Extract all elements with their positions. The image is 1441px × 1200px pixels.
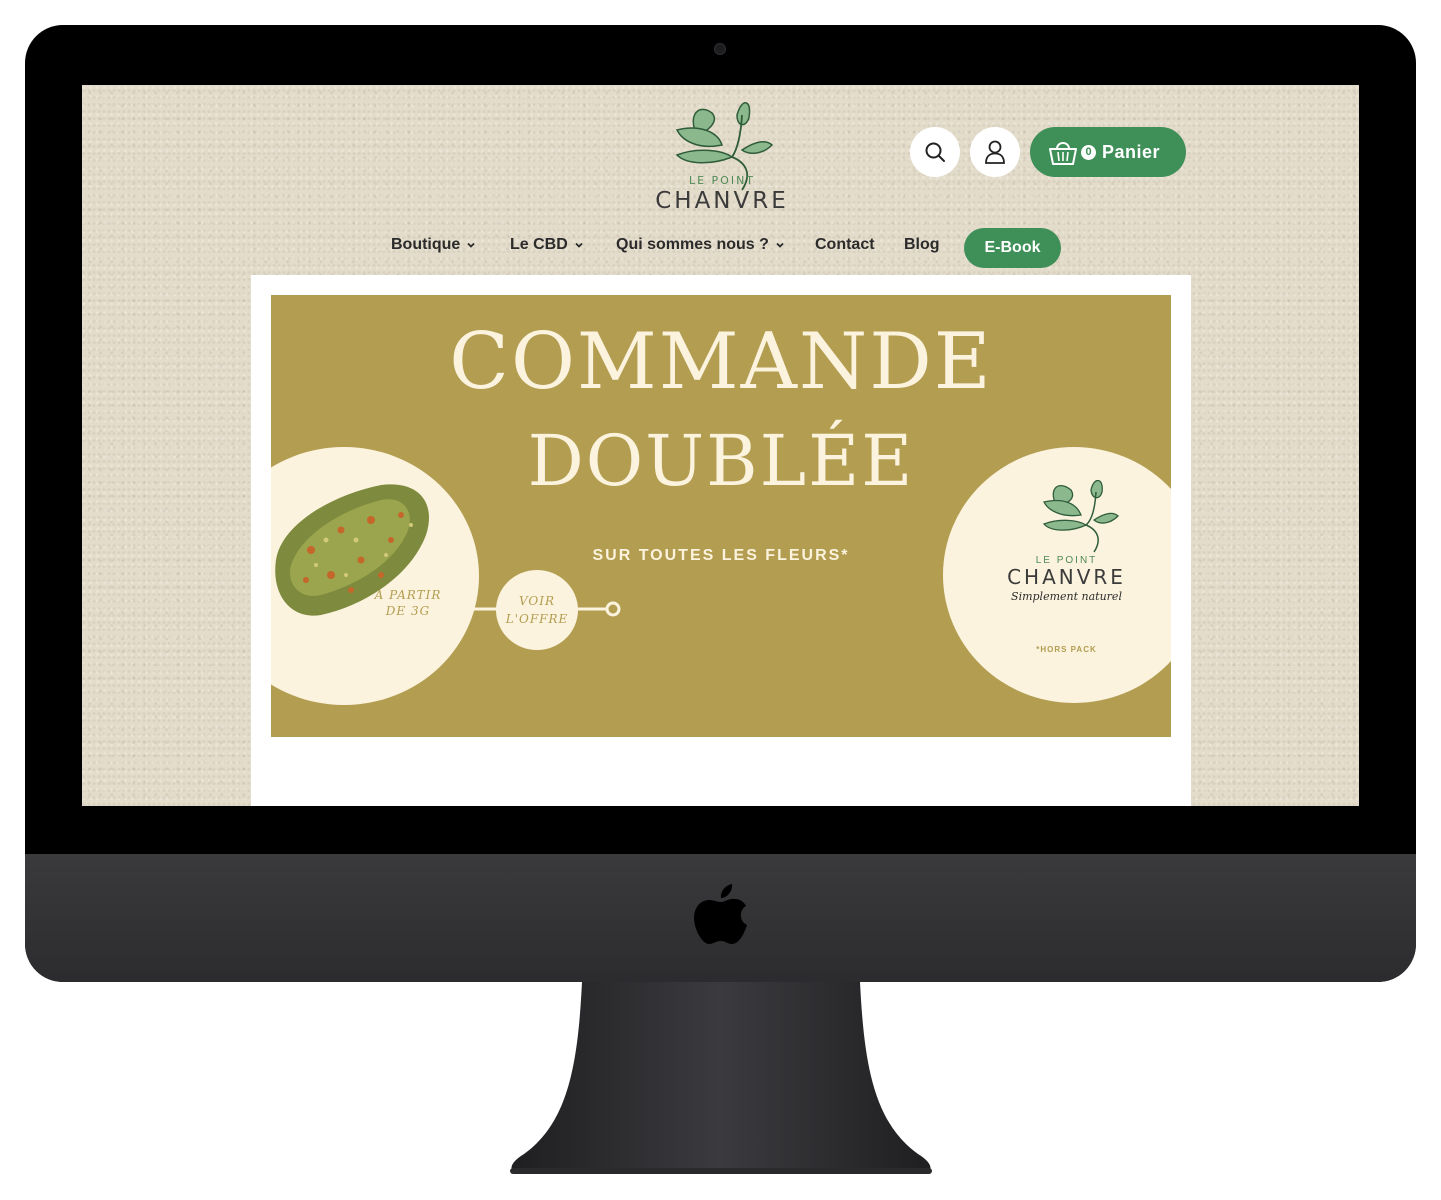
chevron-down-icon (575, 242, 583, 248)
cart-label: Panier (1102, 141, 1161, 162)
nav-item-label: Blog (904, 236, 940, 253)
banner-footnote: *HORS PACK (1036, 645, 1097, 654)
basket-icon (1049, 142, 1077, 165)
search-icon (925, 142, 945, 162)
cart-count-badge: 0 (1081, 144, 1096, 160)
nav-item-le-cbd[interactable]: Le CBD (510, 236, 584, 254)
view-offer-button[interactable]: VOIR L'OFFRE (496, 570, 578, 650)
banner-logo-tagline: Simplement naturel (1011, 590, 1122, 603)
ebook-button[interactable]: E-Book (964, 228, 1061, 268)
account-button[interactable] (970, 127, 1020, 177)
main-nav: Boutique Le CBD Qui sommes nous ? Contac… (82, 230, 1359, 270)
nav-item-label: Qui sommes nous ? (616, 236, 769, 253)
banner-headline-1: COMMANDE (449, 317, 993, 407)
nav-item-label: Le CBD (510, 236, 568, 253)
view-offer-label: VOIR L'OFFRE (505, 594, 569, 626)
screen: LE POINT CHANVRE 0 Panier Boutique Le CB… (82, 85, 1359, 806)
search-button[interactable] (910, 127, 960, 177)
nav-item-qui-sommes-nous[interactable]: Qui sommes nous ? (616, 236, 785, 254)
logo-small-text: LE POINT (688, 174, 756, 187)
user-icon (985, 140, 1005, 164)
nav-item-contact[interactable]: Contact (815, 236, 875, 254)
chevron-down-icon (467, 242, 475, 248)
chevron-down-icon (776, 242, 784, 248)
cart-button[interactable]: 0 Panier (1030, 127, 1186, 177)
camera (714, 43, 726, 55)
nav-item-boutique[interactable]: Boutique (391, 236, 476, 254)
nav-item-label: Contact (815, 236, 875, 253)
price-note: A PARTIR DE 3G (374, 588, 442, 618)
promo-banner[interactable]: COMMANDE DOUBLÉE SUR TOUTES LES FLEURS* … (271, 295, 1171, 737)
banner-logo-big: CHANVRE (1007, 565, 1126, 589)
logo-big-text: CHANVRE (655, 188, 789, 214)
nav-item-blog[interactable]: Blog (904, 236, 940, 254)
apple-logo-icon (694, 884, 747, 944)
imac-stand (510, 982, 932, 1174)
nav-item-label: Boutique (391, 236, 461, 253)
site-logo[interactable]: LE POINT CHANVRE (637, 95, 807, 220)
